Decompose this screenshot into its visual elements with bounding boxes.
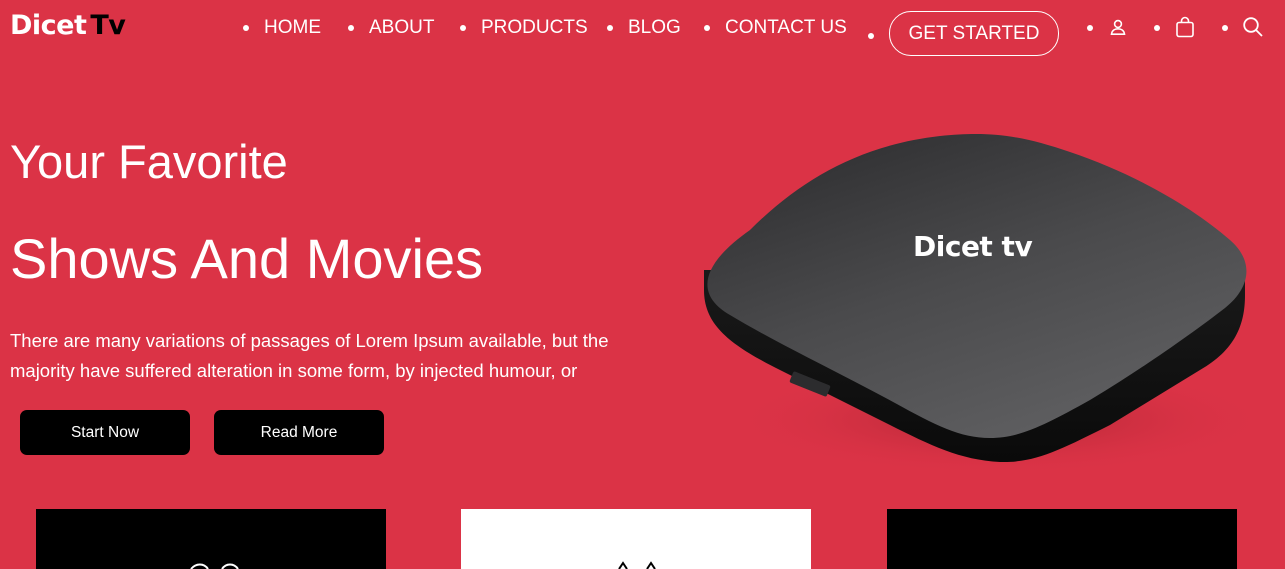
- card-icon: [190, 563, 239, 569]
- hero-description: There are many variations of passages of…: [10, 330, 609, 381]
- nav-item-blog[interactable]: BLOG: [628, 16, 681, 40]
- tv-box-image: [690, 120, 1270, 480]
- nav-bullet: [704, 25, 710, 31]
- feature-card: [461, 509, 811, 569]
- get-started-button[interactable]: GET STARTED: [889, 11, 1059, 56]
- nav-bullet: [868, 33, 874, 39]
- nav-item-about[interactable]: ABOUT: [369, 16, 434, 40]
- feature-card: [36, 509, 386, 569]
- card-icon: [618, 561, 656, 569]
- device-brand-label: Dicet tv: [913, 230, 1033, 263]
- shopping-bag-icon[interactable]: [1172, 14, 1198, 40]
- nav-bullet: [1087, 25, 1093, 31]
- nav-item-products[interactable]: PRODUCTS: [481, 16, 588, 40]
- nav-bullet: [607, 25, 613, 31]
- search-icon[interactable]: [1240, 14, 1266, 40]
- feature-card: [887, 509, 1237, 569]
- nav-bullet: [348, 25, 354, 31]
- read-more-button[interactable]: Read More: [214, 410, 384, 455]
- nav-bullet: [460, 25, 466, 31]
- nav-item-contact-us[interactable]: CONTACT US: [725, 16, 847, 40]
- user-icon[interactable]: [1105, 14, 1131, 40]
- hero-title-line1: Your Favorite: [10, 135, 288, 188]
- nav-bullet: [243, 25, 249, 31]
- start-now-button[interactable]: Start Now: [20, 410, 190, 455]
- top-navigation: HOME ABOUT PRODUCTS BLOG CONTACT US GET …: [0, 0, 1285, 60]
- hero-title-line2: Shows And Movies: [10, 227, 484, 290]
- nav-bullet: [1154, 25, 1160, 31]
- nav-item-home[interactable]: HOME: [264, 16, 321, 40]
- nav-bullet: [1222, 25, 1228, 31]
